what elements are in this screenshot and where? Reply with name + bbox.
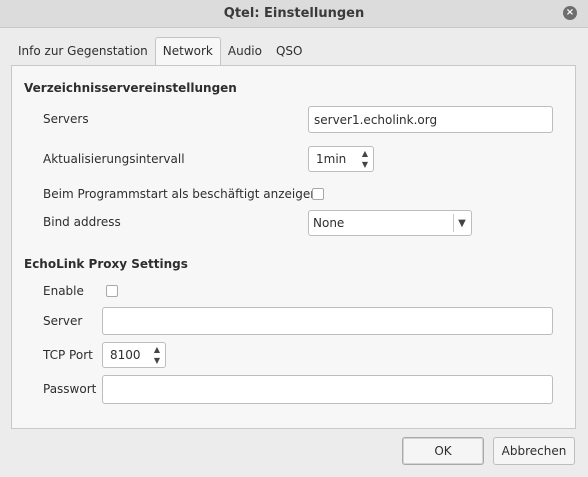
select-divider bbox=[453, 214, 454, 232]
title-bar: Qtel: Einstellungen × bbox=[0, 0, 588, 28]
password-input[interactable] bbox=[102, 375, 553, 404]
busy-at-start-label: Beim Programmstart als beschäftigt anzei… bbox=[43, 187, 318, 201]
busy-at-start-checkbox[interactable] bbox=[312, 188, 324, 200]
update-interval-value: 1min bbox=[316, 152, 347, 166]
bind-address-label: Bind address bbox=[43, 215, 121, 229]
tab-audio[interactable]: Audio bbox=[221, 38, 269, 65]
ok-button[interactable]: OK bbox=[402, 437, 484, 465]
spin-down-icon[interactable]: ▼ bbox=[151, 355, 163, 366]
bind-address-value: None bbox=[313, 216, 345, 230]
cancel-button[interactable]: Abbrechen bbox=[493, 437, 575, 465]
network-panel: Verzeichnisservereinstellungen Servers s… bbox=[11, 65, 576, 429]
password-label: Passwort bbox=[43, 382, 97, 396]
proxy-server-input[interactable] bbox=[102, 307, 553, 335]
spin-arrows: ▲ ▼ bbox=[151, 344, 163, 366]
spin-down-icon[interactable]: ▼ bbox=[359, 159, 371, 170]
tab-qso[interactable]: QSO bbox=[269, 38, 310, 65]
tab-info-gegenstation[interactable]: Info zur Gegenstation bbox=[11, 38, 155, 65]
spin-up-icon[interactable]: ▲ bbox=[151, 344, 163, 355]
tab-network[interactable]: Network bbox=[154, 37, 221, 65]
tab-bar: Info zur Gegenstation Network Audio QSO bbox=[11, 37, 310, 65]
servers-input[interactable]: server1.echolink.org bbox=[308, 106, 553, 133]
enable-proxy-checkbox[interactable] bbox=[106, 285, 118, 297]
tcp-port-value: 8100 bbox=[110, 348, 141, 362]
servers-label: Servers bbox=[43, 112, 89, 126]
spin-arrows: ▲ ▼ bbox=[359, 148, 371, 170]
update-interval-label: Aktualisierungsintervall bbox=[43, 152, 185, 166]
update-interval-spinbox[interactable]: 1min ▲ ▼ bbox=[308, 146, 374, 172]
tcp-port-spinbox[interactable]: 8100 ▲ ▼ bbox=[102, 342, 166, 368]
spin-up-icon[interactable]: ▲ bbox=[359, 148, 371, 159]
close-icon[interactable]: × bbox=[563, 6, 577, 20]
proxy-server-label: Server bbox=[43, 314, 83, 328]
chevron-down-icon: ▼ bbox=[458, 217, 466, 229]
enable-label: Enable bbox=[43, 284, 84, 298]
directory-section-title: Verzeichnisservereinstellungen bbox=[24, 81, 237, 95]
window-title: Qtel: Einstellungen bbox=[223, 6, 365, 21]
proxy-section-title: EchoLink Proxy Settings bbox=[24, 257, 188, 271]
tcp-port-label: TCP Port bbox=[43, 348, 93, 362]
bind-address-select[interactable]: None ▼ bbox=[308, 210, 472, 236]
